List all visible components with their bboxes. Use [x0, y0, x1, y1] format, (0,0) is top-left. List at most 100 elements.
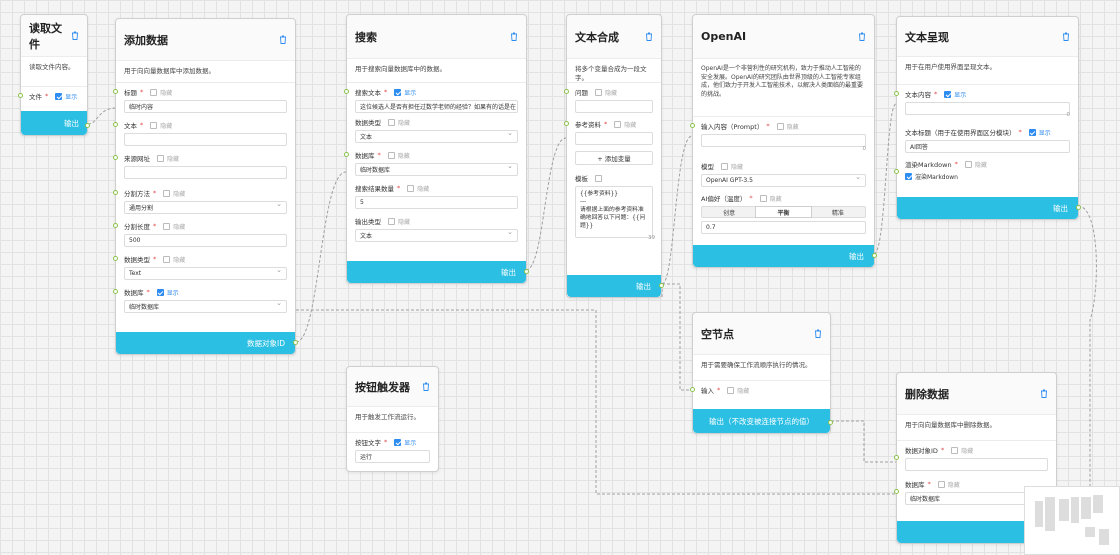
source-input[interactable] — [124, 166, 287, 179]
trash-icon[interactable] — [814, 329, 822, 338]
text-input[interactable] — [124, 133, 287, 146]
input-port[interactable] — [894, 91, 899, 96]
hide-checkbox[interactable] — [951, 446, 959, 454]
input-port[interactable] — [564, 121, 569, 126]
output-port[interactable] — [828, 420, 833, 425]
input-port[interactable] — [564, 89, 569, 94]
trash-icon[interactable] — [1040, 389, 1048, 398]
trash-icon[interactable] — [422, 382, 430, 391]
hide-checkbox[interactable] — [163, 255, 171, 263]
node-header[interactable]: 添加数据 — [116, 19, 295, 61]
text-title-input[interactable]: AI回答 — [905, 140, 1070, 153]
input-port[interactable] — [113, 89, 118, 94]
trash-icon[interactable] — [71, 31, 79, 40]
hide-checkbox[interactable] — [595, 174, 602, 182]
minimap[interactable] — [1024, 486, 1120, 555]
hide-checkbox[interactable] — [387, 151, 395, 159]
hide-checkbox[interactable] — [157, 154, 164, 162]
input-port[interactable] — [113, 256, 118, 261]
input-port[interactable] — [894, 489, 899, 494]
hide-checkbox[interactable] — [759, 194, 767, 202]
data-type-select[interactable]: 文本 — [355, 130, 518, 143]
title-input[interactable]: 临时内容 — [124, 100, 287, 113]
input-port[interactable] — [894, 455, 899, 460]
hide-checkbox[interactable] — [595, 88, 602, 96]
seg-creative[interactable]: 创意 — [702, 207, 756, 217]
content-input[interactable] — [905, 102, 1070, 115]
object-id-input[interactable] — [905, 458, 1048, 471]
input-port[interactable] — [113, 155, 118, 160]
show-checkbox[interactable] — [394, 88, 402, 96]
trash-icon[interactable] — [510, 32, 518, 41]
input-port[interactable] — [18, 93, 23, 98]
output-port[interactable] — [1076, 205, 1081, 210]
database-select[interactable]: 临时数据库 — [124, 300, 287, 313]
node-text-show[interactable]: 文本呈现 用于在用户使用界面呈现文本。 文本内容 * 显示 0 文本标题（用于在使用… — [894, 16, 1081, 220]
output-port[interactable] — [872, 253, 877, 258]
node-button-trigger[interactable]: 按钮触发器 用于触发工作流运行。 按钮文字 * 显示 运行 — [346, 366, 439, 472]
hide-checkbox[interactable] — [388, 118, 395, 126]
output-port[interactable] — [85, 123, 90, 128]
trash-icon[interactable] — [645, 32, 653, 41]
input-port[interactable] — [894, 169, 899, 174]
hide-checkbox[interactable] — [163, 222, 171, 230]
trash-icon[interactable] — [279, 35, 287, 44]
node-empty[interactable]: 空节点 用于需要确保工作流顺序执行的情况。 输入 * 隐藏 输出（不改变被连接节点的… — [690, 312, 833, 434]
hide-checkbox[interactable] — [727, 386, 735, 394]
input-port[interactable] — [113, 122, 118, 127]
node-text-merge[interactable]: 文本合成 将多个变量合成为一段文字。 问题 隐藏 参考资料 * 隐藏 + 添加变量 模… — [564, 14, 664, 298]
node-header[interactable]: OpenAI — [693, 15, 874, 59]
hide-checkbox[interactable] — [388, 217, 395, 225]
temperature-input[interactable]: 0.7 — [701, 221, 866, 234]
split-select[interactable]: 通用分割 — [124, 201, 287, 214]
show-checkbox[interactable] — [944, 90, 952, 98]
node-add-data[interactable]: 添加数据 用于向向量数据库中添加数据。 标题 * 隐藏 临时内容 文本 * 隐藏 来源网… — [113, 18, 298, 355]
node-read-file[interactable]: 读取文件 读取文件内容。 文件 * 显示 输出 — [18, 14, 90, 136]
temperature-segmented[interactable]: 创意 平衡 精准 — [701, 206, 866, 218]
hide-checkbox[interactable] — [614, 120, 622, 128]
output-port[interactable] — [659, 283, 664, 288]
input-port[interactable] — [344, 89, 349, 94]
output-port[interactable] — [524, 269, 529, 274]
show-checkbox[interactable] — [1028, 128, 1036, 136]
node-header[interactable]: 搜索 — [347, 15, 526, 59]
input-port[interactable] — [113, 289, 118, 294]
button-text-input[interactable]: 运行 — [355, 450, 430, 463]
model-select[interactable]: OpenAI GPT-3.5 — [701, 174, 866, 187]
template-textarea[interactable]: {{参考资料}} --- 请根据上面的参考资料准确地回答以下问题：{{问题}} — [575, 186, 653, 238]
question-input[interactable] — [575, 100, 653, 113]
hide-checkbox[interactable] — [150, 88, 158, 96]
data-type-select[interactable]: Text — [124, 267, 287, 280]
hide-checkbox[interactable] — [721, 162, 728, 170]
result-count-input[interactable]: 5 — [355, 196, 518, 209]
node-openai[interactable]: OpenAI OpenAI是一个非营利性的研究机构，致力于推动人工智能的安全发展… — [690, 14, 877, 268]
output-type-select[interactable]: 文本 — [355, 229, 518, 242]
database-select[interactable]: 临时数据库 — [355, 163, 518, 176]
prompt-input[interactable] — [701, 134, 866, 147]
output-port[interactable] — [293, 340, 298, 345]
trash-icon[interactable] — [1062, 32, 1070, 41]
hide-checkbox[interactable] — [150, 121, 158, 129]
node-header[interactable]: 文本呈现 — [897, 17, 1078, 57]
show-checkbox[interactable] — [394, 438, 402, 446]
hide-checkbox[interactable] — [407, 184, 415, 192]
input-port[interactable] — [690, 387, 695, 392]
add-variable-button[interactable]: + 添加变量 — [575, 151, 653, 165]
node-header[interactable]: 删除数据 — [897, 373, 1056, 415]
trash-icon[interactable] — [858, 32, 866, 41]
show-checkbox[interactable] — [55, 92, 63, 100]
hide-checkbox[interactable] — [163, 189, 171, 197]
seg-balanced[interactable]: 平衡 — [756, 207, 811, 217]
show-checkbox[interactable] — [156, 288, 164, 296]
input-port[interactable] — [113, 223, 118, 228]
seg-precise[interactable]: 精准 — [811, 207, 865, 217]
search-text-input[interactable]: 这位候选人是否有担任过数学老师的经验？如果有的话是在 — [355, 100, 518, 113]
node-header[interactable]: 文本合成 — [567, 15, 661, 59]
markdown-checkbox[interactable] — [905, 173, 912, 180]
node-header[interactable]: 按钮触发器 — [347, 367, 438, 407]
split-length-input[interactable]: 500 — [124, 234, 287, 247]
input-port[interactable] — [690, 123, 695, 128]
node-header[interactable]: 空节点 — [693, 313, 830, 355]
input-port[interactable] — [344, 152, 349, 157]
node-search[interactable]: 搜索 用于搜索向量数据库中的数据。 搜索文本 * 显示 这位候选人是否有担任过数学老… — [344, 14, 529, 284]
